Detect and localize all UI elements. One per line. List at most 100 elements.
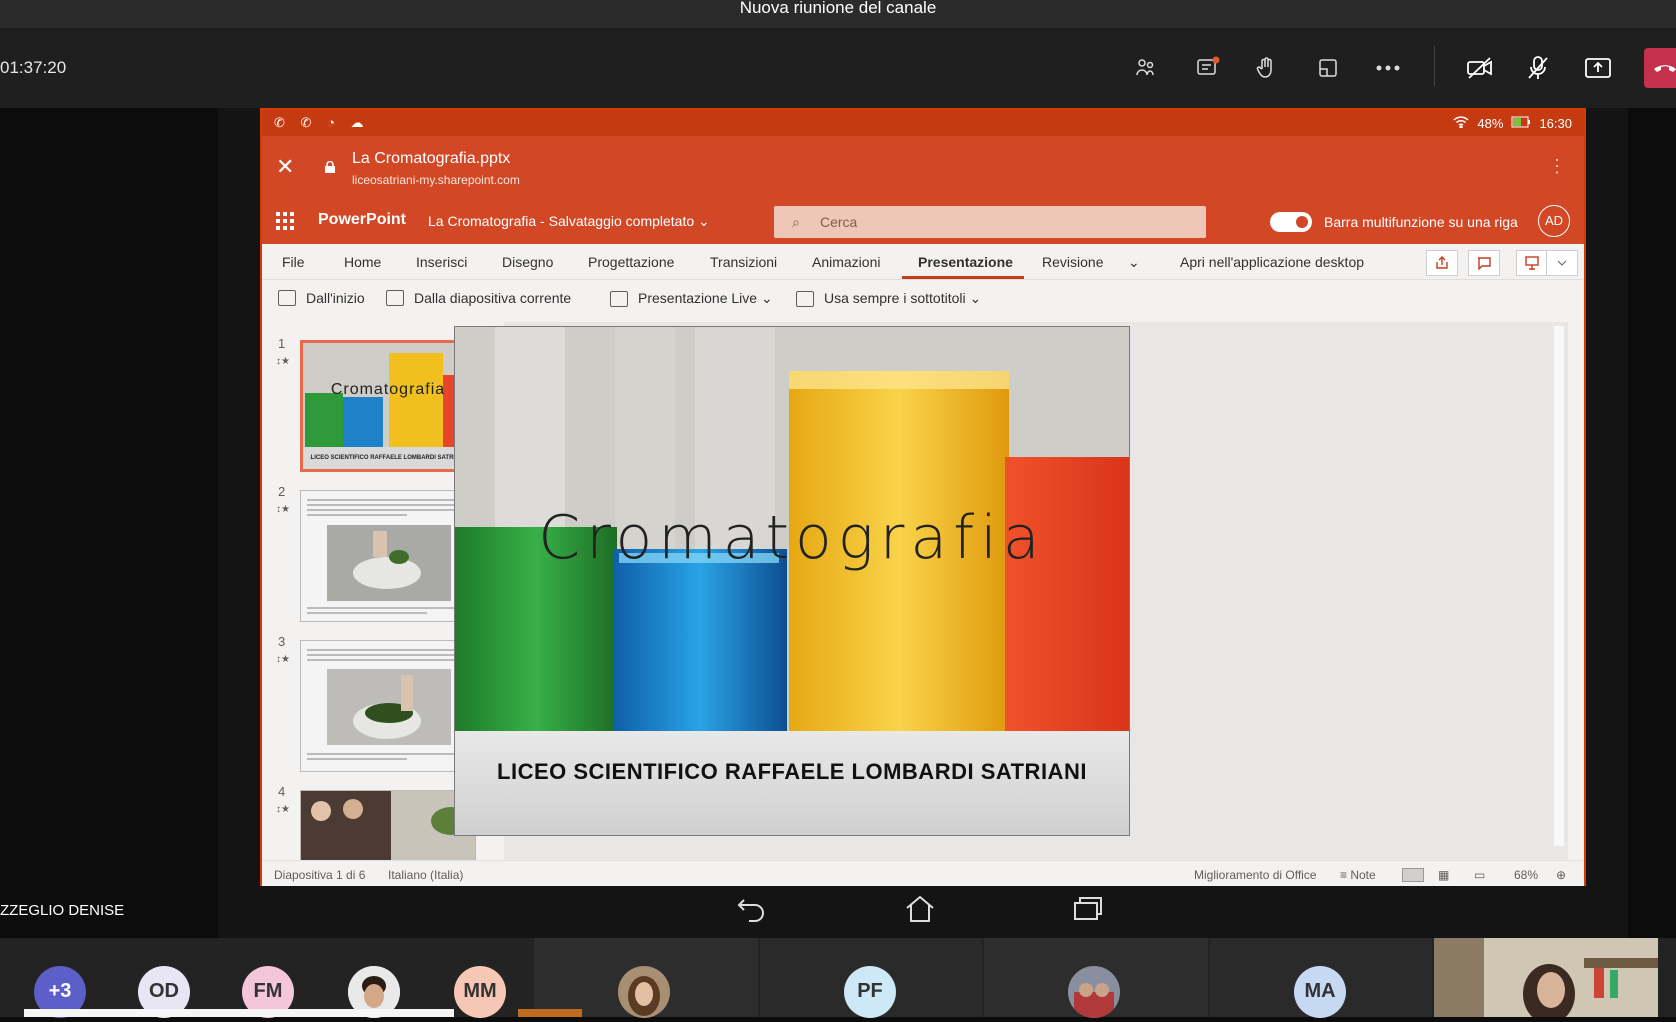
reading-view-icon[interactable]: ▭	[1474, 868, 1485, 882]
meeting-timer: 01:37:20	[0, 58, 67, 77]
participants-icon[interactable]	[1128, 50, 1164, 86]
ribbon-tabs: File Home Inserisci Disegno Progettazion…	[262, 244, 1584, 280]
camera-off-icon[interactable]	[1462, 50, 1498, 86]
sorter-view-icon[interactable]: ▦	[1438, 868, 1449, 882]
slide-title: Cromatografia	[538, 503, 1046, 573]
cloud-icon: ☁	[350, 115, 364, 130]
slide-subtitle: LICEO SCIENTIFICO RAFFAELE LOMBARDI SATR…	[497, 759, 1087, 784]
more-icon[interactable]	[1370, 50, 1406, 86]
search-placeholder: Cerca	[820, 214, 858, 230]
mic-off-icon[interactable]	[1520, 50, 1556, 86]
chat-icon[interactable]	[1190, 50, 1226, 86]
slide-thumbnail-4[interactable]	[300, 790, 476, 870]
language[interactable]: Italiano (Italia)	[388, 868, 463, 882]
thumb-number: 1	[278, 336, 286, 351]
share-icon[interactable]	[1426, 250, 1458, 276]
rooms-icon[interactable]	[1310, 50, 1346, 86]
toggle-label: Barra multifunzione su una riga	[1324, 214, 1518, 230]
tab-progettazione[interactable]: Progettazione	[588, 254, 674, 270]
thumb-number: 2	[278, 484, 286, 499]
video-tile-camera[interactable]	[1434, 938, 1658, 1022]
present-live-label: Presentazione Live ⌄	[638, 290, 773, 306]
fit-slide-icon[interactable]: ⊕	[1556, 868, 1566, 882]
close-icon[interactable]: ✕	[276, 154, 294, 180]
wifi-icon	[1453, 115, 1469, 131]
attendee-initials: OD	[149, 980, 179, 1002]
tab-disegno[interactable]: Disegno	[502, 254, 553, 270]
from-current-button[interactable]: Dalla diapositiva corrente	[386, 290, 571, 306]
animation-star-icon: ↕★	[276, 804, 290, 815]
share-icon[interactable]	[1580, 50, 1616, 86]
kebab-menu-icon[interactable]: ⋮	[1548, 156, 1566, 177]
tab-revisione[interactable]: Revisione	[1042, 254, 1103, 270]
current-slide[interactable]: Cromatografia LICEO SCIENTIFICO RAFFAELE…	[454, 326, 1130, 836]
open-desktop-link[interactable]: Apri nell'applicazione desktop	[1180, 254, 1364, 270]
status-right: 48% 16:30	[1453, 116, 1572, 131]
app-name[interactable]: PowerPoint	[318, 211, 406, 229]
speaking-indicator	[518, 1009, 582, 1017]
tab-file[interactable]: File	[282, 254, 305, 270]
search-input[interactable]: ⌕ Cerca	[774, 206, 1206, 238]
slideshow-icon	[386, 290, 404, 306]
slide-thumbnail-3[interactable]	[300, 640, 476, 772]
clock: 16:30	[1539, 115, 1572, 131]
comments-icon[interactable]	[1468, 250, 1500, 276]
attendee-photo[interactable]	[618, 966, 670, 1018]
android-status-bar: ✆ ✆ ◔ ☁ 48% 16:30	[262, 110, 1584, 136]
raise-hand-icon[interactable]	[1248, 50, 1284, 86]
attendee-photo[interactable]	[1068, 966, 1120, 1018]
tab-inserisci[interactable]: Inserisci	[416, 254, 467, 270]
slide-counter: Diapositiva 1 di 6	[274, 868, 366, 882]
search-icon: ⌕	[792, 214, 800, 230]
subtitles-button[interactable]: Usa sempre i sottotitoli ⌄	[796, 290, 981, 307]
tab-transizioni[interactable]: Transizioni	[710, 254, 777, 270]
thumb1-subtitle: LICEO SCIENTIFICO RAFFAELE LOMBARDI SATR…	[310, 455, 466, 461]
attendee-avatar[interactable]: PF	[844, 966, 896, 1018]
leave-button[interactable]	[1644, 48, 1676, 88]
tab-home[interactable]: Home	[344, 254, 381, 270]
single-line-ribbon-toggle[interactable]	[1270, 212, 1312, 232]
sync-icon: ◔	[327, 115, 335, 130]
tab-presentazione[interactable]: Presentazione	[918, 254, 1013, 270]
status-bar: Diapositiva 1 di 6 Italiano (Italia) Mig…	[262, 860, 1584, 886]
account-avatar[interactable]: AD	[1538, 205, 1570, 237]
slide-thumbnail-1[interactable]: Cromatografia LICEO SCIENTIFICO RAFFAELE…	[300, 340, 476, 472]
phone-icon: ✆	[300, 115, 312, 130]
powerpoint-app-bar: PowerPoint La Cromatografia - Salvataggi…	[262, 198, 1584, 244]
battery-level: 48%	[1477, 115, 1504, 131]
normal-view-icon[interactable]	[1402, 868, 1424, 882]
window-title-bar: Nuova riunione del canale	[0, 0, 1676, 28]
attendee-initials: PF	[857, 980, 883, 1002]
home-icon[interactable]	[904, 894, 940, 930]
speaking-indicator	[24, 1009, 454, 1017]
back-icon[interactable]	[736, 894, 772, 930]
canvas-scrollbar[interactable]	[1554, 326, 1564, 846]
attendee-avatar[interactable]: MA	[1294, 966, 1346, 1018]
document-name[interactable]: La Cromatografia - Salvataggio completat…	[428, 213, 710, 230]
attendee-avatar[interactable]: MM	[454, 966, 506, 1018]
meeting-toolbar: 01:37:20	[0, 28, 1676, 108]
present-live-button[interactable]: Presentazione Live ⌄	[610, 290, 773, 307]
animation-star-icon: ↕★	[276, 356, 290, 367]
animation-star-icon: ↕★	[276, 504, 290, 515]
office-feedback-link[interactable]: Miglioramento di Office	[1194, 868, 1317, 882]
recents-icon[interactable]	[1072, 894, 1108, 930]
zoom-level[interactable]: 68%	[1514, 868, 1538, 882]
ppt-status-bar: Diapositiva 1 di 6 Italiano (Italia) Mig…	[262, 860, 1584, 886]
from-start-label: Dall'inizio	[306, 290, 365, 306]
present-icon[interactable]	[1516, 250, 1548, 276]
live-icon	[610, 290, 628, 307]
presenter-name: ZZEGLIO DENISE	[0, 902, 125, 919]
thumb1-title: Cromatografia	[330, 381, 446, 398]
from-current-label: Dalla diapositiva corrente	[414, 290, 572, 306]
thumb-number: 4	[278, 784, 286, 799]
android-nav-bar	[650, 890, 1150, 934]
chevron-down-icon[interactable]: ⌄	[1128, 254, 1140, 271]
notes-button[interactable]: ≡ Note	[1340, 868, 1376, 882]
from-start-button[interactable]: Dall'inizio	[278, 290, 365, 306]
phone-icon: ✆	[274, 115, 285, 130]
slide-thumbnail-2[interactable]	[300, 490, 476, 622]
chevron-down-icon[interactable]	[1546, 250, 1578, 276]
app-launcher-icon[interactable]	[276, 212, 294, 230]
tab-animazioni[interactable]: Animazioni	[812, 254, 880, 270]
